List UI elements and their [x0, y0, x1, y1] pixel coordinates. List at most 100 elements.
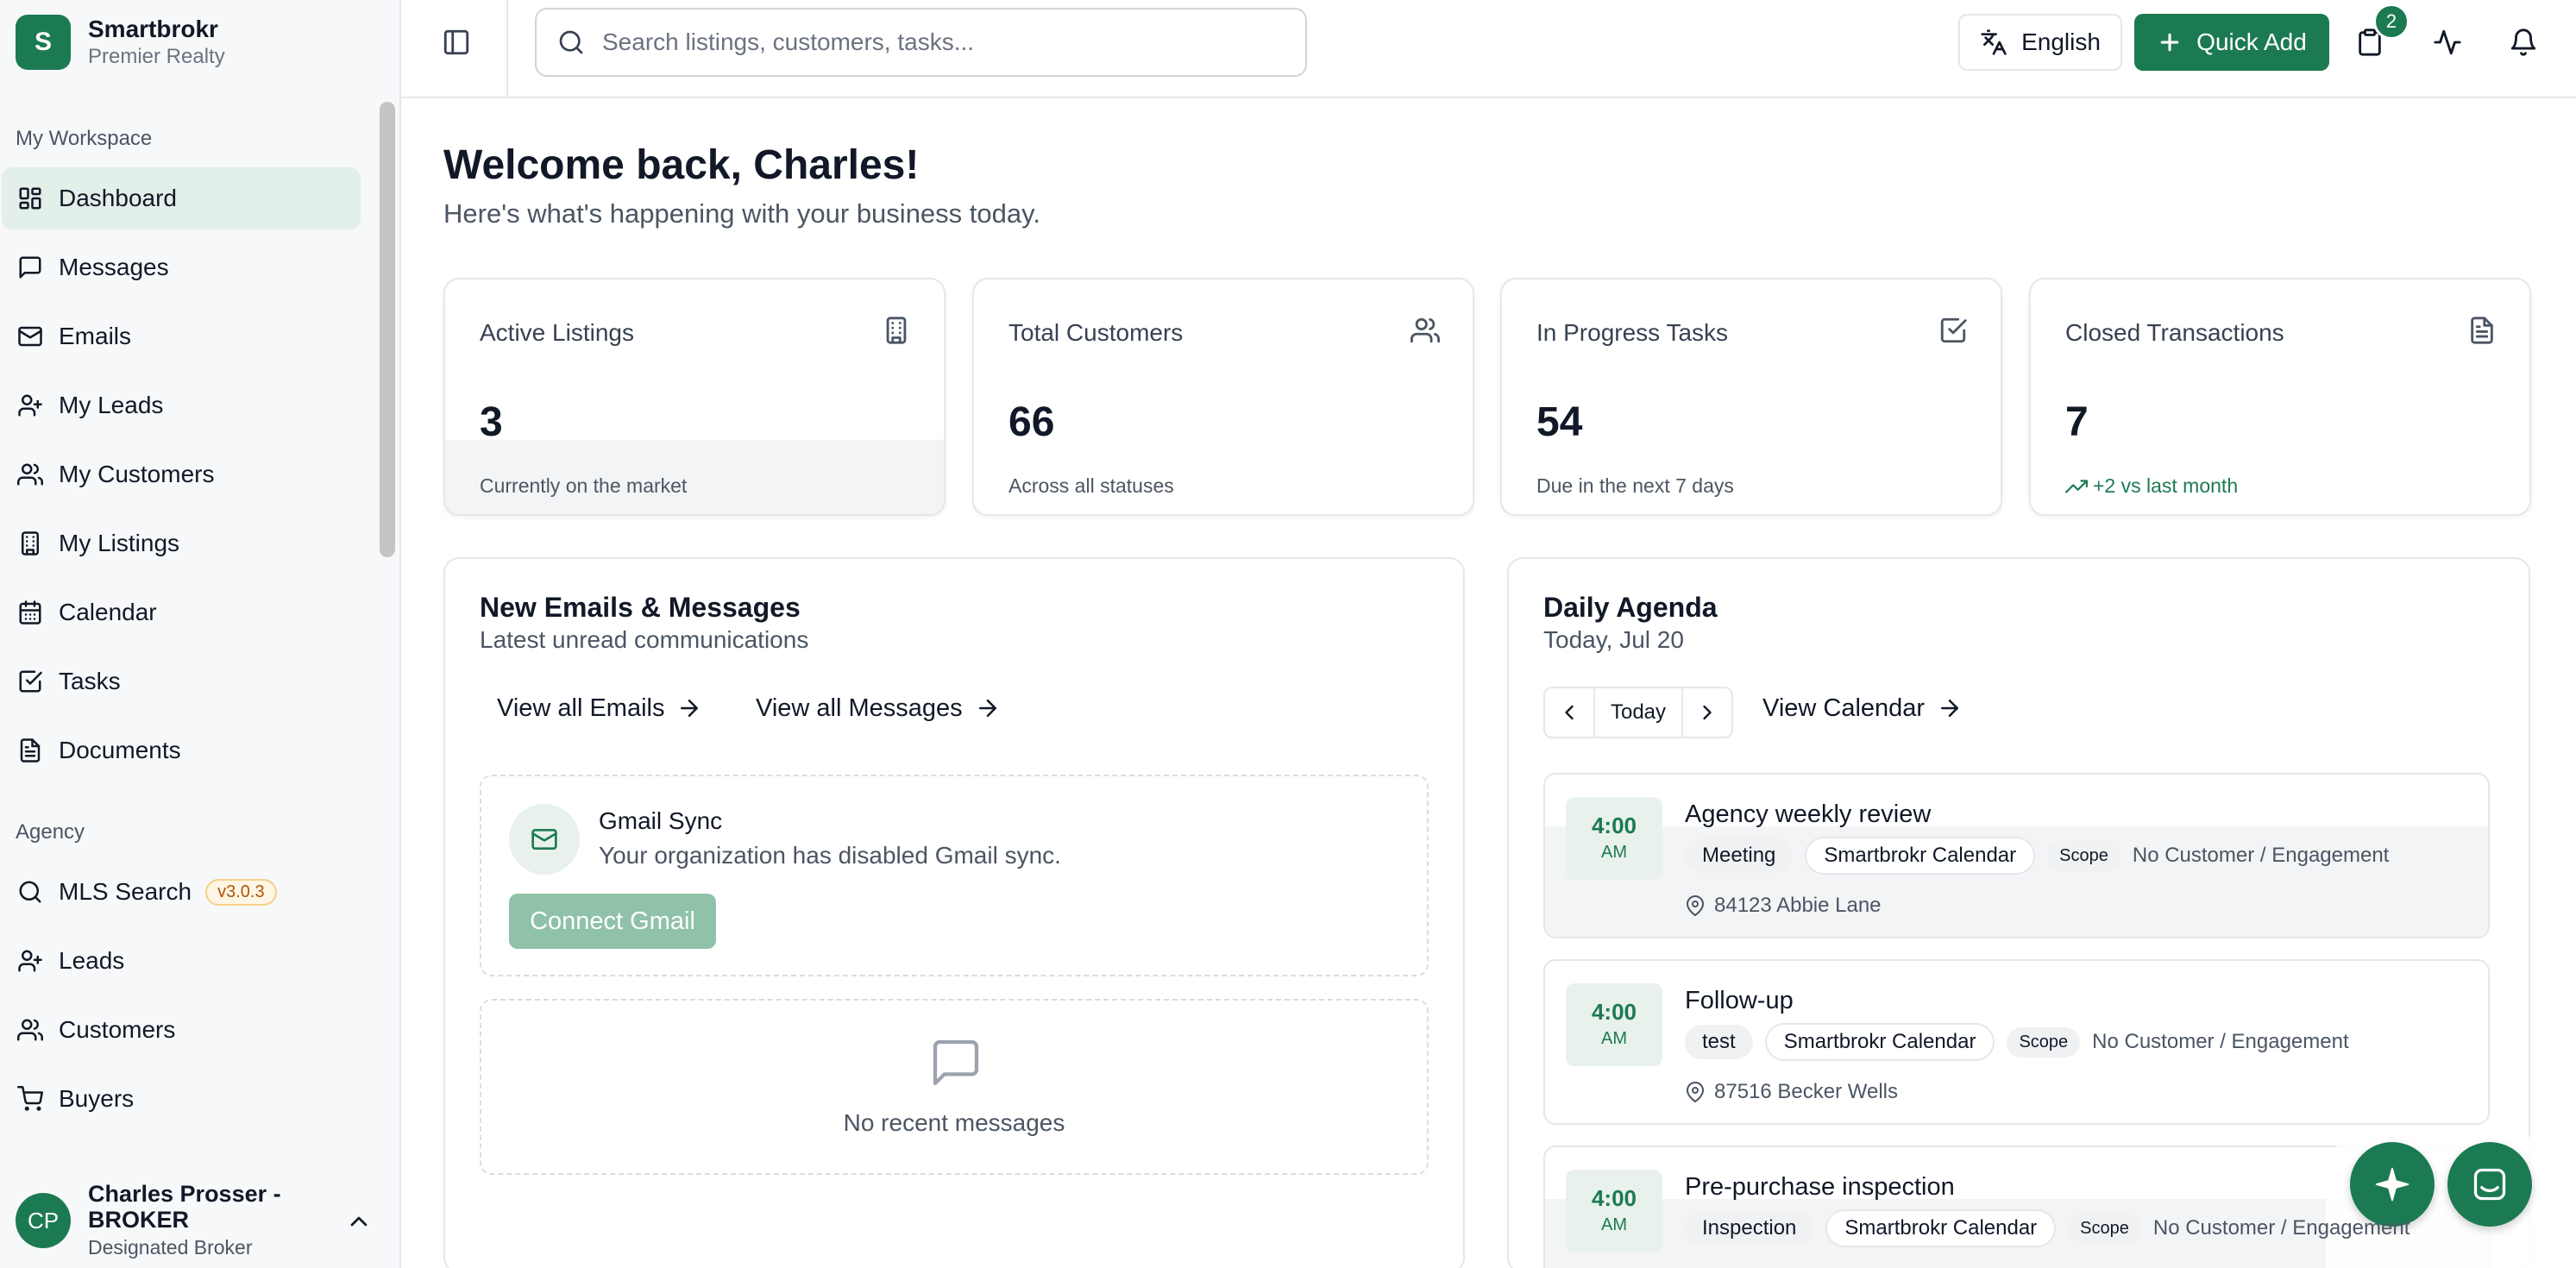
users-icon [17, 1019, 43, 1041]
plus-icon [2160, 33, 2179, 52]
view-all-emails-link[interactable]: View all Emails [497, 680, 702, 737]
document-icon [2471, 317, 2493, 344]
building-icon [886, 317, 907, 344]
search-bar[interactable] [535, 8, 1307, 77]
sidebar-item-label: Tasks [59, 668, 121, 694]
event-location: 87516 Becker Wells [1685, 1080, 1898, 1104]
stat-card-active-listings[interactable]: Active Listings 3 Currently on the marke… [443, 278, 946, 516]
event-time-value: 4:00 [1591, 999, 1637, 1025]
sidebar-item-label: My Customers [59, 461, 215, 487]
arrow-right-icon [978, 700, 996, 717]
sidebar-item-messages[interactable]: Messages [2, 236, 361, 298]
arrow-right-icon [681, 700, 699, 717]
sidebar: S Smartbrokr Premier Realty My Workspace… [0, 0, 401, 1268]
sidebar-item-label: Dashboard [59, 185, 177, 211]
sidebar-item-customers[interactable]: Customers [2, 999, 361, 1061]
stat-trend: +2 vs last month [2065, 474, 2238, 498]
sidebar-item-emails[interactable]: Emails [2, 305, 361, 367]
empty-message-text: No recent messages [843, 1109, 1065, 1136]
event-calendar-tag: Smartbrokr Calendar [1764, 1023, 1995, 1061]
sidebar-item-documents[interactable]: Documents [2, 719, 361, 782]
chat-icon [2473, 1168, 2506, 1201]
date-navigator: Today [1543, 687, 1733, 738]
view-calendar-label: View Calendar [1762, 694, 1926, 722]
chevron-up-icon[interactable] [345, 1208, 373, 1235]
next-day-button[interactable] [1683, 688, 1731, 737]
event-location: 84123 Abbie Lane [1685, 894, 1882, 918]
event-scope-tag: Scope [2047, 840, 2120, 871]
agenda-event[interactable]: 4:00 AM Agency weekly review Meeting Sma… [1543, 773, 2490, 938]
event-type-tag: test [1685, 1025, 1753, 1059]
event-title: Follow-up [1685, 987, 1794, 1014]
sidebar-scrollbar[interactable] [380, 102, 395, 557]
event-type-tag: Inspection [1685, 1211, 1814, 1246]
section-label-agency: Agency [16, 820, 85, 844]
event-time: 4:00 AM [1566, 983, 1662, 1066]
sidebar-item-leads[interactable]: Leads [2, 930, 361, 992]
search-input[interactable] [602, 28, 1275, 56]
sidebar-item-my-listings[interactable]: My Listings [2, 512, 361, 574]
stat-card-closed-transactions[interactable]: Closed Transactions 7 +2 vs last month [2029, 278, 2531, 516]
sidebar-item-buyers[interactable]: Buyers [2, 1068, 361, 1130]
sidebar-toggle-icon[interactable] [442, 28, 471, 57]
checkbox-icon [19, 670, 42, 693]
sidebar-item-mls-search[interactable]: MLS Search v3.0.3 [2, 861, 361, 923]
today-button[interactable]: Today [1593, 688, 1683, 737]
chevron-right-icon [1703, 705, 1712, 720]
event-scope-tag: Scope [2068, 1213, 2141, 1244]
stat-value: 7 [2065, 399, 2089, 445]
mail-icon [18, 326, 42, 347]
view-calendar-link[interactable]: View Calendar [1762, 680, 1963, 737]
event-time-ampm: AM [1601, 843, 1627, 862]
arrow-right-icon [1941, 700, 1959, 717]
gmail-sync-title: Gmail Sync [599, 807, 723, 834]
search-icon [559, 30, 583, 54]
agenda-event[interactable]: 4:00 AM Follow-up test Smartbrokr Calend… [1543, 959, 2490, 1125]
sidebar-item-my-leads[interactable]: My Leads [2, 374, 361, 436]
user-menu[interactable]: CP Charles Prosser - BROKER Designated B… [0, 1173, 399, 1268]
event-scope-value: No Customer / Engagement [2132, 844, 2390, 867]
stat-card-in-progress-tasks[interactable]: In Progress Tasks 54 Due in the next 7 d… [1500, 278, 2002, 516]
event-calendar-tag: Smartbrokr Calendar [1825, 1209, 2057, 1247]
stat-value: 66 [1008, 399, 1055, 445]
event-scope-tag: Scope [2007, 1026, 2081, 1058]
sidebar-item-label: MLS Search [59, 878, 192, 905]
trending-up-icon [2065, 479, 2088, 493]
building-icon [22, 531, 39, 556]
gmail-icon-circle [509, 804, 580, 875]
message-icon [19, 256, 41, 279]
page-subtitle: Here's what's happening with your busine… [443, 198, 1040, 229]
language-button[interactable]: English [1958, 14, 2122, 71]
stat-title: Active Listings [480, 319, 634, 346]
messages-panel: New Emails & Messages Latest unread comm… [443, 557, 1465, 1268]
sidebar-item-label: Buyers [59, 1085, 135, 1112]
brand[interactable]: S Smartbrokr Premier Realty [0, 0, 399, 85]
user-plus-icon [18, 394, 42, 417]
chat-support-button[interactable] [2447, 1142, 2532, 1227]
prev-day-button[interactable] [1545, 688, 1593, 737]
sidebar-item-label: Calendar [59, 599, 157, 625]
avatar: CP [16, 1193, 71, 1248]
mail-icon [531, 829, 557, 850]
stat-card-total-customers[interactable]: Total Customers 66 Across all statuses [972, 278, 1474, 516]
stat-note: Across all statuses [1008, 474, 1174, 497]
activity-icon[interactable] [2433, 28, 2462, 57]
document-icon [20, 738, 41, 763]
quick-add-label: Quick Add [2196, 28, 2307, 55]
gmail-sync-description: Your organization has disabled Gmail syn… [599, 842, 1061, 869]
sidebar-item-label: Messages [59, 254, 169, 280]
sidebar-item-tasks[interactable]: Tasks [2, 650, 361, 712]
connect-gmail-button[interactable]: Connect Gmail [509, 894, 716, 949]
event-scope-value: No Customer / Engagement [2152, 1216, 2410, 1240]
sidebar-item-calendar[interactable]: Calendar [2, 581, 361, 643]
language-label: English [2021, 28, 2101, 55]
sidebar-item-dashboard[interactable]: Dashboard [2, 167, 361, 229]
search-icon [19, 881, 41, 903]
message-icon [933, 1039, 979, 1086]
sidebar-item-my-customers[interactable]: My Customers [2, 443, 361, 505]
bell-icon[interactable] [2509, 28, 2538, 57]
view-all-messages-link[interactable]: View all Messages [756, 680, 1001, 737]
sidebar-nav: My Workspace Dashboard Messages Emails M… [0, 85, 375, 1173]
event-title: Agency weekly review [1685, 800, 1932, 828]
quick-add-button[interactable]: Quick Add [2134, 14, 2329, 71]
